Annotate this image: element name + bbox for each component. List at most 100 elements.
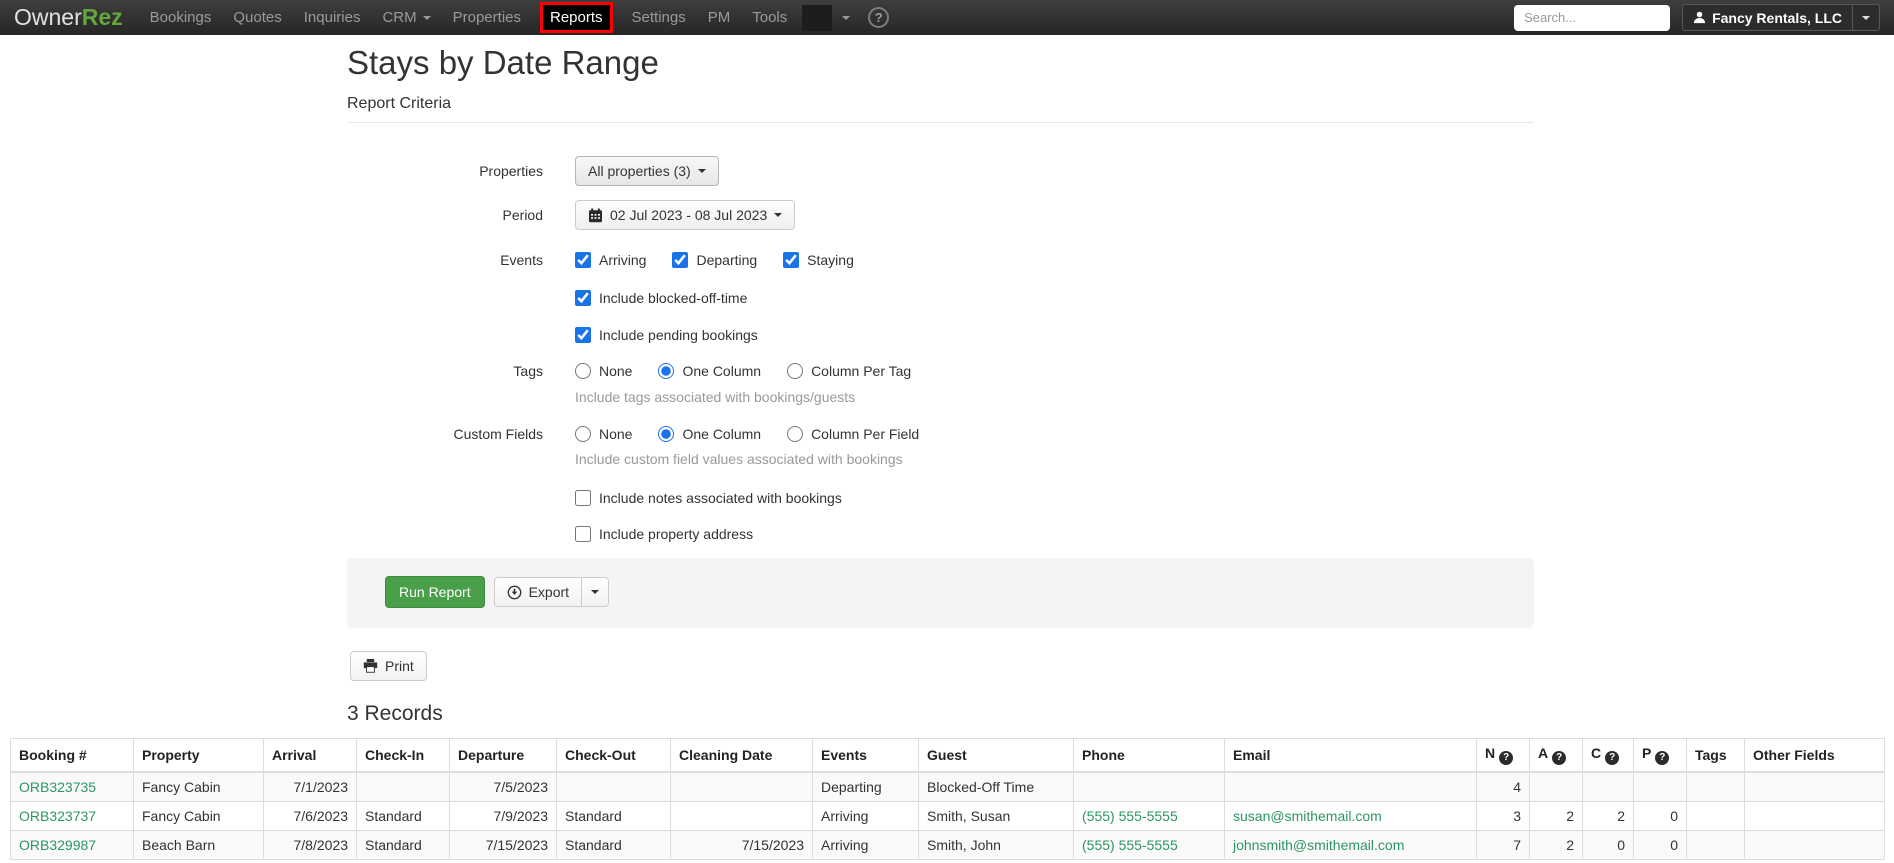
column-header-cleaning-date: Cleaning Date [670,738,813,773]
period-dropdown[interactable]: 02 Jul 2023 - 08 Jul 2023 [575,200,796,230]
radio-custom-column-per-field[interactable]: Column Per Field [787,426,919,442]
column-header-booking: Booking # [10,738,134,773]
checkbox-staying[interactable]: Staying [783,252,854,268]
include-blocked-checkbox[interactable] [575,290,591,306]
nav-item-inquiries[interactable]: Inquiries [293,0,372,35]
cell-c [1582,771,1634,802]
help-icon[interactable]: ? [1499,750,1514,765]
print-button[interactable]: Print [350,651,427,681]
cell-guest: Smith, John [918,829,1074,860]
cell-booking: ORB323735 [10,771,134,802]
nav-item-crm[interactable]: CRM [371,0,441,35]
phone-link[interactable]: (555) 555-5555 [1082,808,1178,824]
blocked-off-time-row: Include blocked-off-time [575,290,1534,306]
properties-label: Properties [479,163,543,179]
radio-tags-column-per-tag[interactable]: Column Per Tag [787,363,911,379]
nav-item-properties[interactable]: Properties [442,0,532,35]
include-pending-checkbox[interactable] [575,327,591,343]
checkbox-include-blocked[interactable]: Include blocked-off-time [575,290,1534,306]
nav-item-reports[interactable]: Reports [540,2,613,33]
tools-dropdown-box[interactable] [802,4,833,31]
table-body: ORB323735 Fancy Cabin 7/1/2023 7/5/2023 Depa… [10,771,1885,860]
run-report-button[interactable]: Run Report [385,576,485,608]
cell-arrival: 7/1/2023 [263,771,357,802]
form-actions-panel: Run Report Export [347,558,1534,628]
cell-n: 3 [1476,800,1530,831]
search-input[interactable] [1514,4,1671,31]
chevron-down-icon [591,590,600,594]
table-header-row: Booking # Property Arrival Check-In Departur… [10,738,1885,773]
radio-tags-one-column[interactable]: One Column [658,363,761,379]
checkbox-include-notes[interactable]: Include notes associated with bookings [575,490,1534,506]
export-split-button: Export [493,577,610,607]
cell-check-out [556,771,671,802]
help-icon[interactable]: ? [1605,750,1620,765]
email-link[interactable]: johnsmith@smithemail.com [1233,837,1404,853]
export-caret-button[interactable] [581,577,610,607]
cell-email: susan@smithemail.com [1224,800,1477,831]
cell-email: johnsmith@smithemail.com [1224,829,1477,860]
help-icon[interactable]: ? [868,7,890,28]
checkbox-arriving[interactable]: Arriving [575,252,646,268]
section-heading: Report Criteria [347,95,1534,123]
phone-link[interactable]: (555) 555-5555 [1082,837,1178,853]
cell-cleaning-date [670,771,813,802]
chevron-down-icon[interactable] [842,15,851,20]
checkbox-departing[interactable]: Departing [672,252,757,268]
nav-item-settings[interactable]: Settings [621,0,697,35]
column-header-email: Email [1224,738,1477,773]
report-criteria-section: Report Criteria Properties All propertie… [347,95,1534,628]
export-button[interactable]: Export [493,577,583,607]
booking-link[interactable]: ORB329987 [19,837,96,853]
account-label: Fancy Rentals, LLC [1712,9,1842,26]
include-address-checkbox[interactable] [575,526,591,542]
table-row: ORB329987 Beach Barn 7/8/2023 Standard 7/15/… [10,829,1885,860]
properties-dropdown[interactable]: All properties (3) [575,156,719,186]
nav-item-pm[interactable]: PM [697,0,742,35]
checkbox-include-pending[interactable]: Include pending bookings [575,327,1534,343]
cell-arrival: 7/8/2023 [263,829,357,860]
events-label: Events [500,252,543,268]
cell-departure: 7/5/2023 [449,771,557,802]
cell-check-in: Standard [356,829,450,860]
account-caret-button[interactable] [1852,5,1879,30]
column-header-arrival: Arrival [263,738,357,773]
nav-item-bookings[interactable]: Bookings [139,0,223,35]
cell-a: 2 [1529,829,1583,860]
cell-arrival: 7/6/2023 [263,800,357,831]
radio-custom-one-column[interactable]: One Column [658,426,761,442]
booking-link[interactable]: ORB323735 [19,779,96,795]
cell-p: 0 [1633,800,1687,831]
column-header-guest: Guest [918,738,1074,773]
checkbox-include-address[interactable]: Include property address [575,526,1534,542]
column-header-property: Property [133,738,264,773]
cell-other-fields [1744,829,1885,860]
include-notes-checkbox[interactable] [575,490,591,506]
nav-item-tools[interactable]: Tools [741,0,798,35]
column-header-a: A? [1529,738,1583,773]
radio-tags-none[interactable]: None [575,363,632,379]
account-menu-button[interactable]: Fancy Rentals, LLC [1682,4,1880,31]
nav-item-quotes[interactable]: Quotes [222,0,292,35]
cell-check-in: Standard [356,800,450,831]
cell-events: Departing [812,771,919,802]
help-icon[interactable]: ? [1655,750,1670,765]
staying-checkbox[interactable] [783,252,800,268]
page-title: Stays by Date Range [347,44,659,81]
help-icon[interactable]: ? [1552,750,1567,765]
cell-a [1529,771,1583,802]
email-link[interactable]: susan@smithemail.com [1233,808,1382,824]
records-count-heading: 3 Records [347,702,443,725]
cell-c: 0 [1582,829,1634,860]
cell-n: 4 [1476,771,1530,802]
radio-custom-none[interactable]: None [575,426,632,442]
ownerrez-logo[interactable]: OwnerRez [14,4,123,31]
cell-guest: Blocked-Off Time [918,771,1074,802]
cell-other-fields [1744,800,1885,831]
cell-p [1633,771,1687,802]
arriving-checkbox[interactable] [575,252,591,268]
period-field: Period 02 Jul 2023 - 08 Jul 2023 [347,200,1534,230]
booking-link[interactable]: ORB323737 [19,808,96,824]
departing-checkbox[interactable] [672,252,689,268]
cell-other-fields [1744,771,1885,802]
